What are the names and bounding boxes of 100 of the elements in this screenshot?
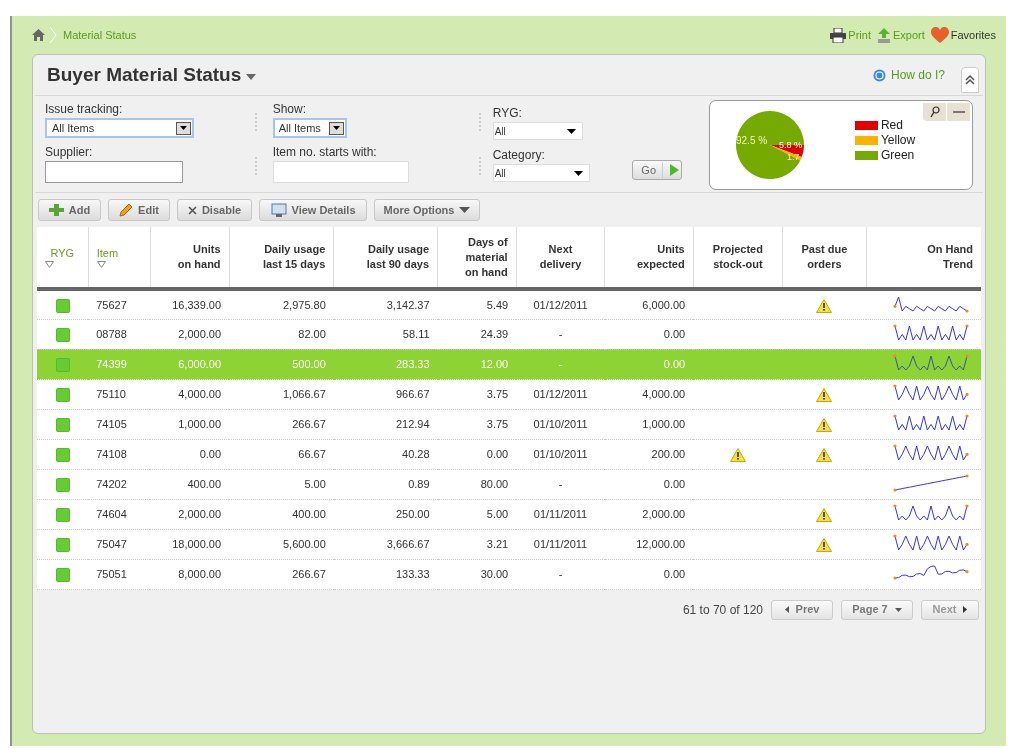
legend-swatch (854, 120, 878, 130)
ryg-select[interactable]: All (492, 122, 583, 140)
help-icon[interactable] (872, 68, 886, 82)
table-cell: - (558, 327, 563, 340)
table-cell: 75047 (96, 537, 127, 550)
table-cell: 266.67 (292, 417, 326, 430)
favorites-link[interactable]: Favorites (930, 26, 996, 44)
field-label: Supplier: (45, 144, 94, 161)
sort-icon[interactable] (45, 261, 54, 268)
table-cell: 2,000.00 (642, 507, 686, 520)
print-link[interactable]: Print (830, 26, 871, 44)
table-cell: 3.21 (486, 537, 509, 550)
play-icon (670, 164, 680, 176)
table-cell: - (558, 357, 563, 370)
table-cell: 4,000.00 (178, 387, 222, 400)
table-cell: 0.00 (663, 477, 686, 490)
caret-icon[interactable] (246, 73, 257, 80)
slice-label: 92.5 % (735, 135, 768, 146)
table-cell: 30.00 (480, 567, 509, 580)
table-cell: 0.00 (663, 327, 686, 340)
sort-icon[interactable] (96, 261, 106, 268)
home-icon[interactable] (32, 29, 45, 41)
table-cell: 5.00 (486, 507, 509, 520)
table-cell: 75110 (96, 387, 126, 400)
column-header: Daily usage last 90 days (333, 227, 438, 289)
caret-icon (573, 170, 583, 176)
table-row[interactable]: 75627 16,339.00 2,975.80 3,142.37 5.49 01/12/2011 6,000.00 (37, 289, 981, 319)
table-row[interactable]: 75047 18,000.00 5,600.00 3,666.67 3.21 01/11/2011 12,000.00 (37, 529, 981, 559)
table-cell: 3,142.37 (386, 298, 430, 311)
caret-icon (894, 607, 902, 612)
caret-icon (566, 128, 576, 134)
table-cell: 2,000.00 (178, 327, 222, 340)
show-select[interactable]: All Items (272, 118, 347, 138)
table-cell: 16,339.00 (172, 298, 222, 311)
legend-label: Red (880, 117, 903, 133)
heart-icon (930, 27, 949, 43)
column-header: On Hand Trend (866, 227, 981, 289)
table-cell: 500.00 (292, 357, 326, 370)
edit-button[interactable]: Edit (108, 199, 170, 221)
collapse-tab[interactable] (961, 67, 979, 93)
table-row[interactable]: 74108 0.00 66.67 40.28 0.00 01/10/2011 200.00 (37, 439, 981, 469)
details-button[interactable]: View Details (259, 199, 367, 221)
column-header[interactable]: RYG (37, 227, 89, 289)
printer-icon (830, 27, 847, 43)
column-header: Days of material on hand (437, 227, 517, 289)
separator-icon (49, 27, 57, 43)
field-label: Item no. starts with: (272, 144, 378, 161)
table-row[interactable]: 74604 2,000.00 400.00 250.00 5.00 01/11/2011 2,000.00 (37, 499, 981, 529)
table-cell: 6,000.00 (178, 357, 222, 370)
table-cell: 1,066.67 (282, 387, 326, 400)
category-select[interactable]: All (492, 164, 590, 182)
dropdown-icon (328, 121, 344, 135)
add-button[interactable]: Add (38, 199, 101, 221)
right-arrow-icon (963, 606, 968, 613)
table-cell: 5.00 (304, 477, 326, 490)
table-row[interactable]: 74202 400.00 5.00 0.89 80.00 - 0.00 (37, 469, 981, 499)
go-button[interactable]: Go (632, 160, 683, 180)
zoom-button[interactable] (923, 103, 946, 121)
table-cell: 6,000.00 (642, 298, 686, 311)
breadcrumb-link[interactable]: Material Status (63, 26, 137, 44)
table-cell: 12,000.00 (636, 537, 686, 550)
prev-button[interactable]: Prev (771, 599, 833, 620)
table-row[interactable]: 74105 1,000.00 266.67 212.94 3.75 01/10/2011 1,000.00 (37, 409, 981, 439)
column-header: Units on hand (150, 227, 230, 289)
legend-swatch (854, 150, 878, 160)
help-link[interactable]: How do I? (890, 66, 945, 84)
issue-tracking-select[interactable]: All Items (45, 118, 194, 138)
page-select[interactable]: Page 7 (841, 599, 913, 620)
disable-button[interactable]: Disable (177, 199, 252, 221)
table-cell: 74604 (96, 507, 127, 520)
export-link[interactable]: Export (876, 26, 925, 44)
table-cell: 0.00 (199, 447, 222, 460)
table-cell: 58.11 (402, 327, 430, 340)
table-cell: 5,600.00 (282, 537, 326, 550)
table-cell: 01/12/2011 (533, 387, 588, 400)
table-cell: 8,000.00 (178, 567, 222, 580)
table-cell: 5.49 (486, 298, 509, 311)
caret-icon (459, 207, 471, 213)
table-cell: 1,000.00 (642, 417, 686, 430)
column-header[interactable]: Item (88, 227, 151, 289)
table-cell: 966.67 (395, 387, 430, 400)
left-arrow-icon (784, 606, 789, 613)
column-header: Next delivery (516, 227, 605, 289)
table-cell: 0.00 (663, 357, 686, 370)
table-cell: 01/11/2011 (533, 507, 588, 520)
next-button[interactable]: Next (921, 599, 979, 620)
more-button[interactable]: More Options (374, 199, 480, 221)
table-row[interactable]: 75051 8,000.00 266.67 133.33 30.00 - 0.00 (37, 559, 981, 589)
supplier-field[interactable] (45, 161, 183, 183)
table-cell: 3,666.67 (386, 537, 430, 550)
table-row[interactable]: 75110 4,000.00 1,066.67 966.67 3.75 01/12/2011 4,000.00 (37, 379, 981, 409)
column-header: Past due orders (782, 227, 867, 289)
monitor-icon (270, 203, 287, 217)
table-cell: 1,000.00 (178, 417, 222, 430)
item-number-field[interactable] (272, 161, 409, 183)
table-cell: 75051 (96, 567, 127, 580)
table-cell: 3.75 (486, 387, 509, 400)
table-cell: 74108 (96, 447, 127, 460)
table-cell: 01/10/2011 (533, 417, 588, 430)
column-header: Units expected (604, 227, 694, 289)
